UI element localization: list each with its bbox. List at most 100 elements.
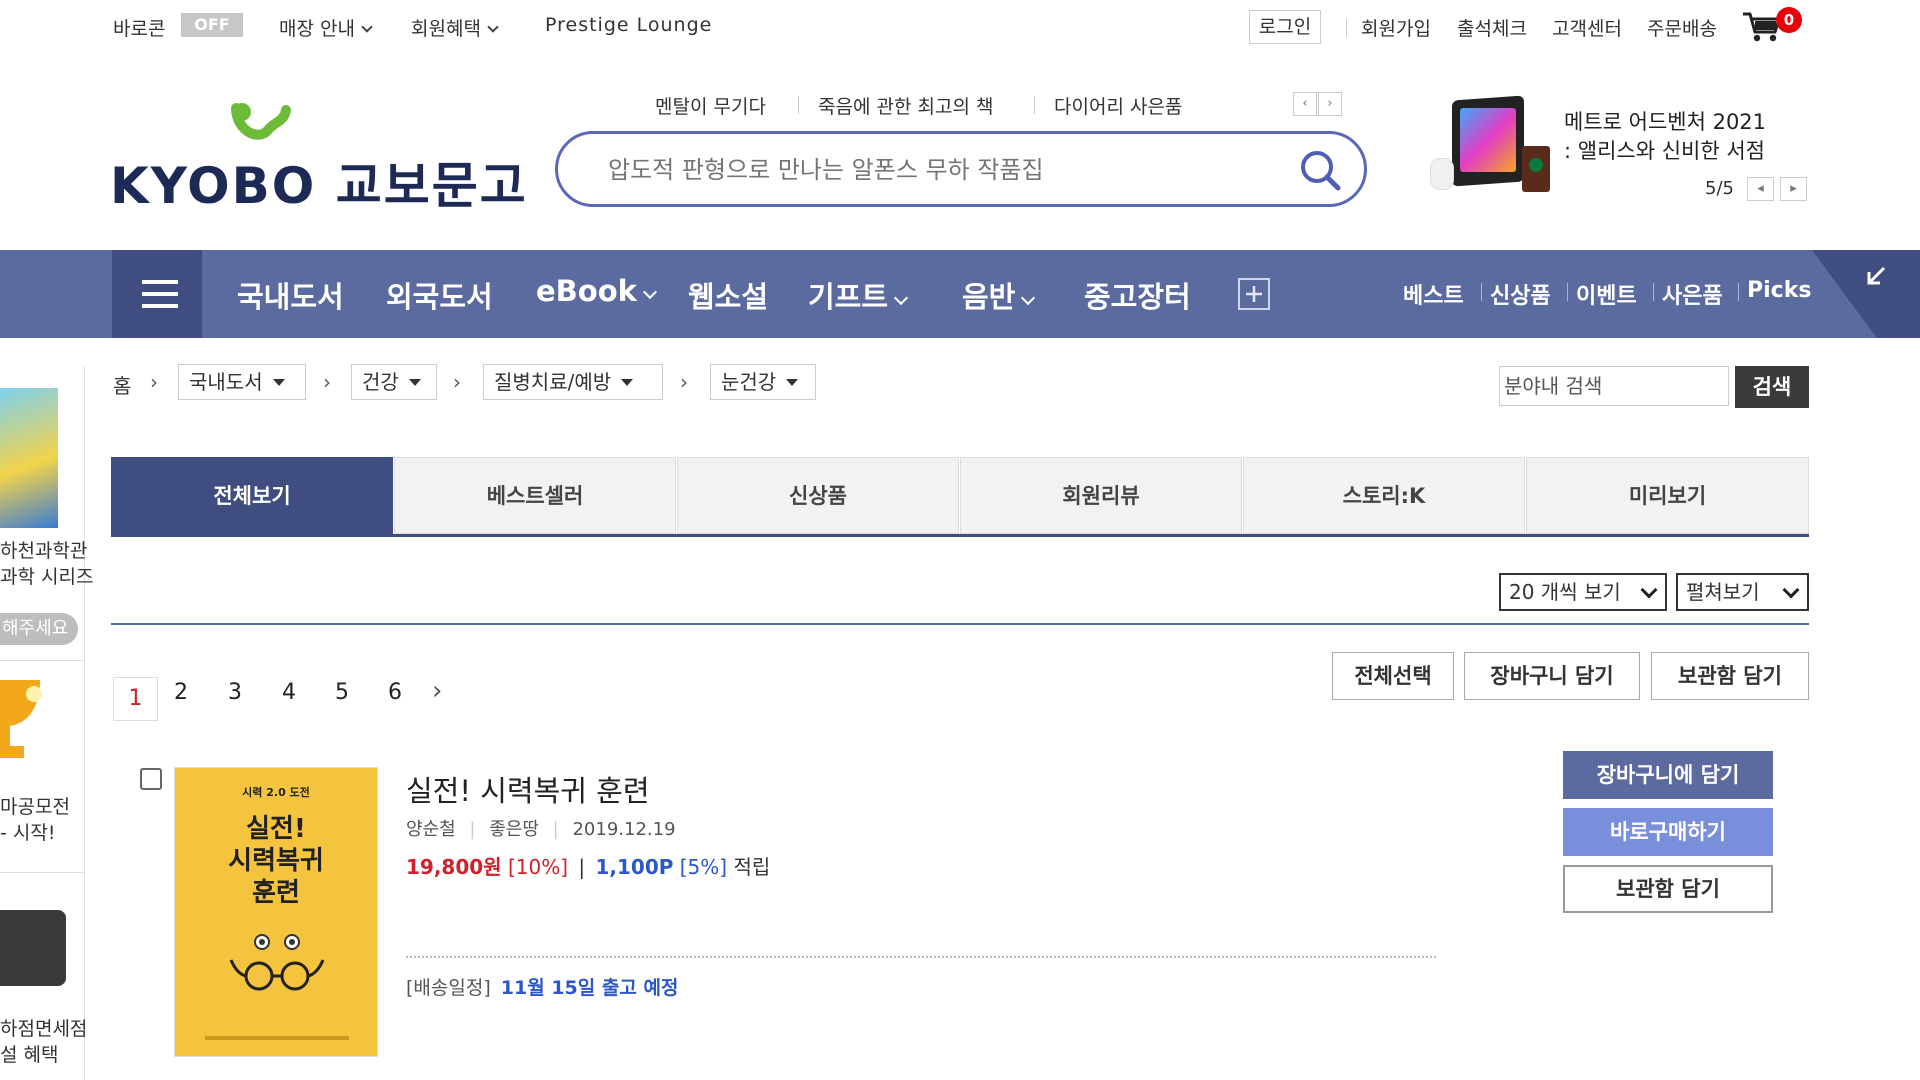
product-price: 19,800원: [406, 855, 502, 879]
left-promo-text[interactable]: 마공모전 - 시작!: [0, 794, 70, 846]
buy-now-button[interactable]: 바로구매하기: [1563, 808, 1773, 856]
nav-ebook[interactable]: eBook: [536, 274, 657, 308]
nav-domestic-books[interactable]: 국내도서: [237, 274, 344, 316]
prestige-lounge-link[interactable]: Prestige Lounge: [545, 14, 712, 36]
book-cover-image[interactable]: 시력 2.0 도전 실전! 시력복귀 훈련: [174, 767, 378, 1057]
nav-new[interactable]: 신상품: [1490, 278, 1551, 310]
promo-line: 과학 시리즈: [0, 566, 94, 588]
nav-web-novel[interactable]: 웹소설: [688, 274, 768, 316]
add-to-cart-all-button[interactable]: 장바구니 담기: [1464, 652, 1640, 700]
dropdown-arrow-icon: [272, 379, 285, 386]
add-to-wishlist-all-button[interactable]: 보관함 담기: [1651, 652, 1809, 700]
tab-new[interactable]: 신상품: [677, 457, 959, 534]
breadcrumb-home[interactable]: 홈: [113, 370, 131, 399]
listing-tabs: 전체보기 베스트셀러 신상품 회원리뷰 스토리:K 미리보기: [111, 457, 1809, 537]
main-search-input[interactable]: [608, 152, 1248, 188]
divider: [1481, 283, 1482, 301]
left-promo-button[interactable]: 해주세요: [0, 613, 78, 645]
keyword-link[interactable]: 멘탈이 무기다: [655, 92, 766, 119]
main-search-box: [555, 131, 1367, 207]
nav-gift-label: 기프트: [808, 280, 889, 314]
product-points: 1,100P: [595, 855, 674, 879]
nav-foreign-books[interactable]: 외국도서: [386, 274, 493, 316]
dropdown-arrow-icon: [786, 379, 799, 386]
keyword-next-button[interactable]: ›: [1318, 92, 1342, 116]
breadcrumb-select[interactable]: 눈건강: [710, 364, 816, 400]
search-icon[interactable]: [1298, 148, 1342, 196]
banner-next-button[interactable]: ▸: [1780, 177, 1807, 201]
page-link[interactable]: 2: [174, 680, 188, 705]
divider: [406, 956, 1436, 958]
member-benefits-menu[interactable]: 회원혜택: [411, 14, 499, 41]
per-page-value: 20 개씩 보기: [1509, 580, 1621, 604]
add-to-wishlist-button[interactable]: 보관함 담기: [1563, 865, 1773, 913]
left-promo-text[interactable]: 하천과학관 과학 시리즈: [0, 538, 93, 590]
breadcrumb-select[interactable]: 건강: [351, 364, 437, 400]
nav-gift[interactable]: 기프트: [808, 274, 909, 316]
tab-story-k[interactable]: 스토리:K: [1243, 457, 1525, 534]
page-link[interactable]: 6: [388, 680, 402, 705]
keyword-prev-button[interactable]: ‹: [1293, 92, 1317, 116]
select-all-button[interactable]: 전체선택: [1332, 652, 1454, 700]
customer-center-link[interactable]: 고객센터: [1552, 14, 1622, 41]
page-link[interactable]: 5: [335, 680, 349, 705]
store-info-menu[interactable]: 매장 안내: [279, 14, 373, 41]
barocon-toggle[interactable]: OFF: [181, 13, 243, 37]
product-author[interactable]: 양순철: [406, 819, 456, 840]
login-button[interactable]: 로그인: [1249, 10, 1321, 44]
page-link[interactable]: 3: [228, 680, 242, 705]
nav-music[interactable]: 음반: [962, 274, 1036, 316]
order-delivery-link[interactable]: 주문배송: [1647, 14, 1717, 41]
promo-product-image[interactable]: [0, 910, 66, 986]
banner-prev-button[interactable]: ◂: [1747, 177, 1774, 201]
divider: [1653, 283, 1654, 301]
menu-icon[interactable]: [112, 250, 202, 338]
page-link[interactable]: 4: [282, 680, 296, 705]
product-publisher[interactable]: 좋은땅: [489, 819, 539, 840]
nav-picks[interactable]: Picks: [1747, 278, 1811, 303]
product-price-line: 19,800원 [10%] | 1,100P [5%] 적립: [406, 855, 771, 879]
nav-used-market[interactable]: 중고장터: [1084, 274, 1191, 316]
header-banner-text[interactable]: 메트로 어드벤처 2021 : 앨리스와 신비한 서점: [1564, 108, 1766, 166]
per-page-select[interactable]: 20 개씩 보기: [1499, 573, 1667, 611]
page-current[interactable]: 1: [113, 677, 158, 721]
breadcrumb-select[interactable]: 국내도서: [178, 364, 306, 400]
keyword-link[interactable]: 다이어리 사은품: [1054, 92, 1182, 119]
product-title[interactable]: 실전! 시력복귀 훈련: [406, 768, 650, 810]
left-rail-border: [84, 366, 85, 1080]
nav-ebook-label: eBook: [536, 274, 637, 308]
product-points-rate: [5%]: [679, 855, 728, 879]
signup-link[interactable]: 회원가입: [1361, 14, 1431, 41]
banner-product-image[interactable]: [1430, 95, 1554, 198]
chevron-down-icon: [361, 21, 373, 33]
tab-preview[interactable]: 미리보기: [1526, 457, 1809, 534]
product-checkbox[interactable]: [140, 768, 162, 790]
breadcrumb-select[interactable]: 질병치료/예방: [483, 364, 663, 400]
chevron-down-icon: [487, 21, 499, 33]
nav-more-plus-icon[interactable]: [1238, 278, 1270, 310]
category-search-input[interactable]: 분야내 검색: [1499, 366, 1729, 406]
top-utility-bar: 바로콘 OFF 매장 안내 회원혜택 Prestige Lounge 로그인 회…: [0, 0, 1920, 60]
view-mode-select[interactable]: 펼쳐보기: [1676, 573, 1809, 611]
nav-best[interactable]: 베스트: [1403, 278, 1464, 310]
keyword-link[interactable]: 죽음에 관한 최고의 책: [818, 92, 993, 119]
nav-event[interactable]: 이벤트: [1576, 278, 1637, 310]
nav-gifts[interactable]: 사은품: [1662, 278, 1723, 310]
barocon-label[interactable]: 바로콘: [113, 14, 165, 41]
tab-reviews[interactable]: 회원리뷰: [960, 457, 1242, 534]
tab-all[interactable]: 전체보기: [111, 457, 393, 534]
left-promo-text[interactable]: 하점면세점 설 혜택: [0, 1016, 87, 1068]
trophy-icon: [0, 672, 50, 780]
kyobo-logo[interactable]: KYOBO 교보문고: [110, 146, 528, 218]
category-search-button[interactable]: 검색: [1735, 366, 1809, 408]
promo-line: 설 혜택: [0, 1044, 59, 1066]
tab-bestseller[interactable]: 베스트셀러: [394, 457, 676, 534]
collapse-arrow-icon[interactable]: [1864, 264, 1888, 292]
add-to-cart-button[interactable]: 장바구니에 담기: [1563, 751, 1773, 799]
product-shipping: [배송일정] 11월 15일 출고 예정: [406, 973, 678, 1000]
attendance-link[interactable]: 출석체크: [1457, 14, 1527, 41]
page-next-button[interactable]: ›: [432, 676, 442, 706]
promo-book-image[interactable]: [0, 388, 58, 528]
breadcrumb-level: 질병치료/예방: [494, 370, 612, 394]
breadcrumb-arrow-icon: ›: [680, 370, 688, 394]
